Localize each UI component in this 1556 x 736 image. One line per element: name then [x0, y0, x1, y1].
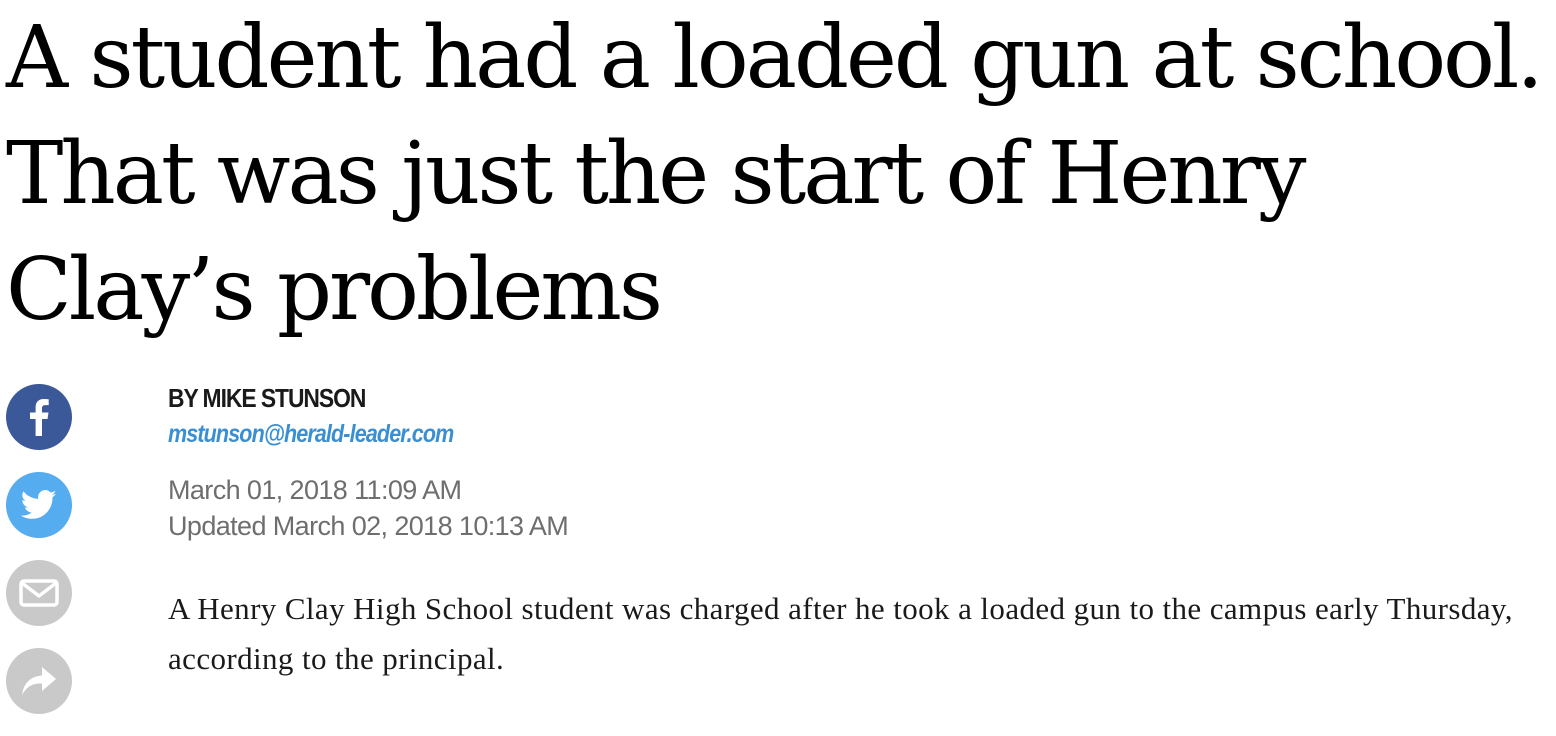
- article-dates: March 01, 2018 11:09 AM Updated March 02…: [168, 472, 569, 544]
- facebook-share-button[interactable]: [6, 384, 72, 450]
- article-headline: A student had a loaded gun at school. Th…: [6, 8, 1544, 340]
- email-icon: [19, 579, 59, 607]
- byline-block: BY MIKE STUNSON mstunson@herald-leader.c…: [168, 382, 500, 450]
- twitter-icon: [21, 490, 57, 519]
- article-lede: A Henry Clay High School student was cha…: [168, 591, 1513, 676]
- share-arrow-icon: [22, 667, 56, 695]
- email-share-button[interactable]: [6, 560, 72, 626]
- author-byline: BY MIKE STUNSON: [168, 383, 366, 413]
- published-date: March 01, 2018 11:09 AM: [168, 475, 462, 505]
- share-rail: [6, 384, 72, 736]
- twitter-share-button[interactable]: [6, 472, 72, 538]
- author-email-link[interactable]: mstunson@herald-leader.com: [168, 418, 454, 450]
- updated-date: Updated March 02, 2018 10:13 AM: [168, 511, 569, 541]
- facebook-icon: [30, 399, 49, 436]
- share-button[interactable]: [6, 648, 72, 714]
